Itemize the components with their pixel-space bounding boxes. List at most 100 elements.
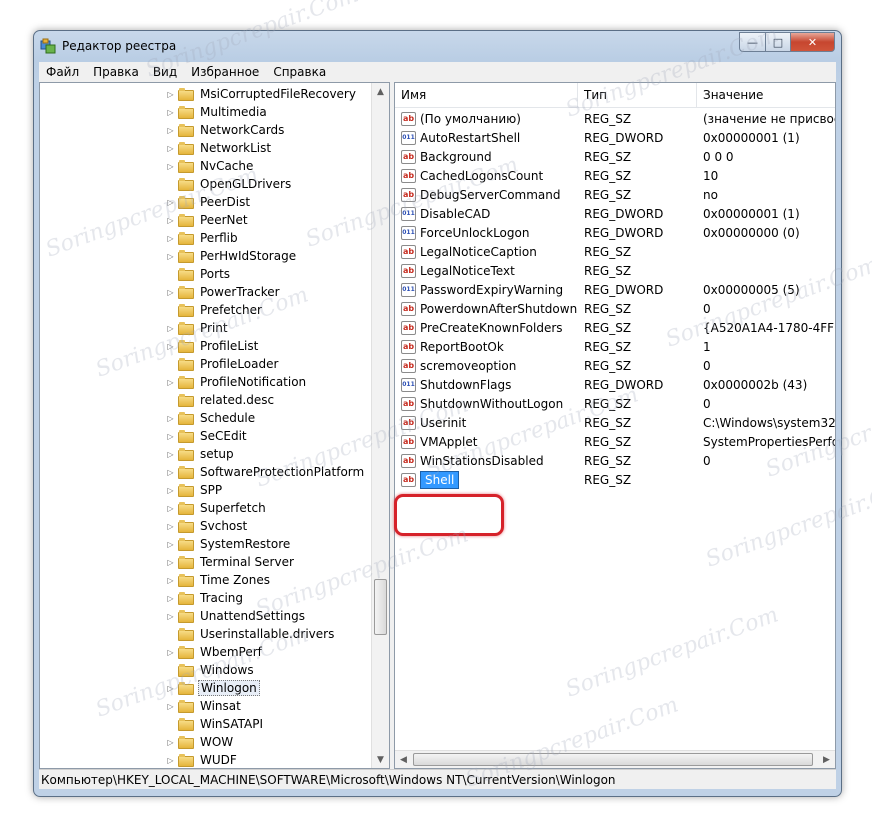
tree-item[interactable]: ▷ MsiCorruptedFileRecovery — [40, 85, 358, 103]
tree-item[interactable]: ▷ Print — [40, 319, 230, 337]
expand-arrow-icon[interactable]: ▷ — [166, 211, 175, 229]
list-horizontal-scrollbar[interactable]: ◀ ▶ — [395, 750, 835, 768]
tree-item[interactable]: Userinstallable.drivers — [40, 625, 336, 643]
tree-item[interactable]: ▷ UnattendSettings — [40, 607, 307, 625]
expand-arrow-icon[interactable]: ▷ — [166, 535, 175, 553]
tree-item[interactable]: OpenGLDrivers — [40, 175, 293, 193]
tree-item[interactable]: ▷ NetworkList — [40, 139, 273, 157]
tree-item[interactable]: ▷ SeCEdit — [40, 427, 249, 445]
expand-arrow-icon[interactable]: ▷ — [166, 481, 175, 499]
close-button[interactable]: ✕ — [791, 32, 835, 52]
tree-item[interactable]: WinSATAPI — [40, 715, 265, 733]
value-row[interactable]: 011 DisableCAD REG_DWORD 0x00000001 (1) — [395, 204, 835, 223]
expand-arrow-icon[interactable]: ▷ — [166, 517, 175, 535]
expand-arrow-icon[interactable]: ▷ — [166, 553, 175, 571]
tree-item[interactable]: ▷ PeerNet — [40, 211, 250, 229]
tree-item[interactable]: ▷ Superfetch — [40, 499, 268, 517]
tree-item[interactable]: ▷ NetworkCards — [40, 121, 286, 139]
tree-item[interactable]: ▷ Tracing — [40, 589, 245, 607]
value-row[interactable]: ab DebugServerCommand REG_SZ no — [395, 185, 835, 204]
tree-item[interactable]: ▷ Perflib — [40, 229, 240, 247]
tree-item[interactable]: ▷ SPP — [40, 481, 224, 499]
expand-arrow-icon[interactable]: ▷ — [166, 247, 175, 265]
expand-arrow-icon[interactable]: ▷ — [166, 139, 175, 157]
scroll-right-arrow-icon[interactable]: ▶ — [818, 751, 835, 768]
column-name-header[interactable]: Имя — [395, 83, 578, 107]
expand-arrow-icon[interactable]: ▷ — [166, 337, 175, 355]
expand-arrow-icon[interactable]: ▷ — [166, 607, 175, 625]
expand-arrow-icon[interactable]: ▷ — [166, 85, 175, 103]
tree-item[interactable]: ▷ WOW — [40, 733, 235, 751]
expand-arrow-icon[interactable]: ▷ — [166, 229, 175, 247]
tree-item[interactable]: ▷ Winlogon — [40, 679, 260, 697]
column-value-header[interactable]: Значение — [697, 83, 835, 107]
tree-item[interactable]: ▷ WbemPerf — [40, 643, 264, 661]
tree-scroll-thumb[interactable] — [374, 579, 387, 635]
scroll-down-arrow-icon[interactable]: ▼ — [372, 751, 389, 768]
value-row[interactable]: ab LegalNoticeCaption REG_SZ — [395, 242, 835, 261]
expand-arrow-icon[interactable]: ▷ — [166, 427, 175, 445]
menu-edit[interactable]: Правка — [86, 65, 146, 79]
tree-item[interactable]: Prefetcher — [40, 301, 264, 319]
tree-item[interactable]: ▷ Time Zones — [40, 571, 272, 589]
value-row[interactable]: 011 ForceUnlockLogon REG_DWORD 0x00000000 (… — [395, 223, 835, 242]
tree-item[interactable]: Windows — [40, 661, 256, 679]
tree-item[interactable]: ▷ PerHwIdStorage — [40, 247, 298, 265]
tree-item[interactable]: ▷ NvCache — [40, 157, 255, 175]
tree-item[interactable]: ▷ setup — [40, 445, 236, 463]
tree-item[interactable]: related.desc — [40, 391, 276, 409]
menu-view[interactable]: Вид — [146, 65, 184, 79]
expand-arrow-icon[interactable]: ▷ — [166, 319, 175, 337]
tree-item[interactable]: Ports — [40, 265, 232, 283]
expand-arrow-icon[interactable]: ▷ — [166, 571, 175, 589]
tree-item[interactable]: ▷ Multimedia — [40, 103, 269, 121]
menu-favorites[interactable]: Избранное — [184, 65, 266, 79]
expand-arrow-icon[interactable]: ▷ — [166, 643, 175, 661]
expand-arrow-icon[interactable]: ▷ — [166, 445, 175, 463]
maximize-button[interactable]: □ — [766, 32, 791, 52]
tree-item[interactable]: ▷ PeerDist — [40, 193, 252, 211]
expand-arrow-icon[interactable]: ▷ — [166, 121, 175, 139]
value-row[interactable]: ab LegalNoticeText REG_SZ — [395, 261, 835, 280]
tree-item[interactable]: ProfileLoader — [40, 355, 280, 373]
tree-item[interactable]: ▷ Terminal Server — [40, 553, 296, 571]
tree-item[interactable]: ▷ PowerTracker — [40, 283, 282, 301]
list-scroll-thumb[interactable] — [413, 753, 813, 766]
title-bar[interactable]: Редактор реестра — □ ✕ — [34, 31, 841, 61]
value-row[interactable]: 011 PasswordExpiryWarning REG_DWORD 0x00000… — [395, 280, 835, 299]
values-list[interactable]: Имя Тип Значение ◀ ▶ ab (По умолчанию) REG… — [394, 82, 836, 769]
menu-help[interactable]: Справка — [266, 65, 333, 79]
tree-item[interactable]: ▷ SystemRestore — [40, 535, 292, 553]
value-row[interactable]: ab ReportBootOk REG_SZ 1 — [395, 337, 835, 356]
value-row[interactable]: ab PowerdownAfterShutdown REG_SZ 0 — [395, 299, 835, 318]
value-row[interactable]: ab Background REG_SZ 0 0 0 — [395, 147, 835, 166]
tree-item[interactable]: ▷ Svchost — [40, 517, 249, 535]
expand-arrow-icon[interactable]: ▷ — [166, 679, 175, 697]
minimize-button[interactable]: — — [739, 32, 766, 52]
expand-arrow-icon[interactable]: ▷ — [166, 103, 175, 121]
tree-item[interactable]: ▷ ProfileNotification — [40, 373, 308, 391]
value-row[interactable]: ab ShutdownWithoutLogon REG_SZ 0 — [395, 394, 835, 413]
expand-arrow-icon[interactable]: ▷ — [166, 697, 175, 715]
value-row[interactable]: ab Shell REG_SZ — [395, 470, 835, 489]
value-row[interactable]: ab CachedLogonsCount REG_SZ 10 — [395, 166, 835, 185]
scroll-up-arrow-icon[interactable]: ▲ — [372, 83, 389, 100]
expand-arrow-icon[interactable]: ▷ — [166, 373, 175, 391]
tree-item[interactable]: ▷ SoftwareProtectionPlatform — [40, 463, 366, 481]
expand-arrow-icon[interactable]: ▷ — [166, 409, 175, 427]
expand-arrow-icon[interactable]: ▷ — [166, 733, 175, 751]
rename-field[interactable]: Shell — [420, 470, 460, 489]
tree-vertical-scrollbar[interactable]: ▲ ▼ — [371, 83, 389, 768]
scroll-left-arrow-icon[interactable]: ◀ — [395, 751, 412, 768]
value-row[interactable]: ab PreCreateKnownFolders REG_SZ {A520A1A4-1… — [395, 318, 835, 337]
value-row[interactable]: 011 ShutdownFlags REG_DWORD 0x0000002b (43) — [395, 375, 835, 394]
value-row[interactable]: 011 AutoRestartShell REG_DWORD 0x00000001 (… — [395, 128, 835, 147]
expand-arrow-icon[interactable]: ▷ — [166, 751, 175, 768]
value-row[interactable]: ab VMApplet REG_SZ SystemPropertiesPerforma… — [395, 432, 835, 451]
expand-arrow-icon[interactable]: ▷ — [166, 157, 175, 175]
value-row[interactable]: ab scremoveoption REG_SZ 0 — [395, 356, 835, 375]
tree-item[interactable]: ▷ Schedule — [40, 409, 257, 427]
expand-arrow-icon[interactable]: ▷ — [166, 193, 175, 211]
key-tree[interactable]: ▲ ▼ ▷ MsiCorruptedFileRecovery ▷ Multimedia… — [39, 82, 390, 769]
tree-item[interactable]: ▷ ProfileList — [40, 337, 260, 355]
